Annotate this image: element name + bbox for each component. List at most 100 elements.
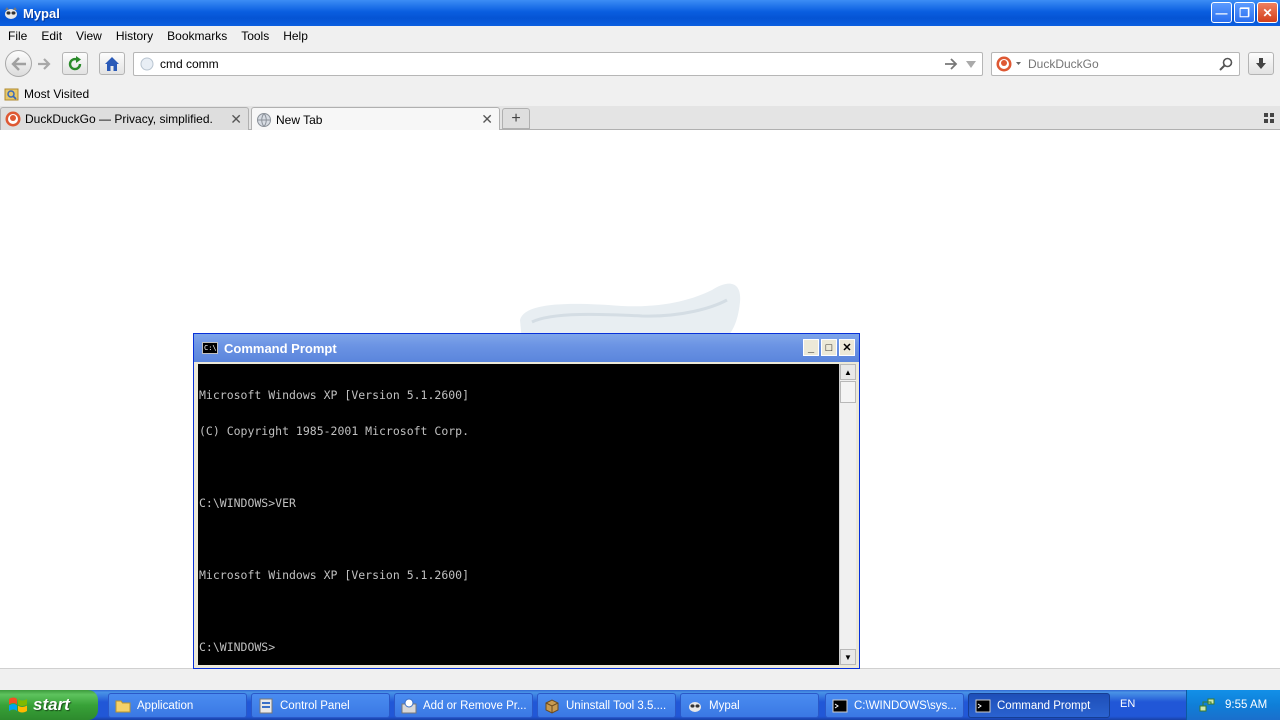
start-label: start xyxy=(33,695,70,714)
menu-history[interactable]: History xyxy=(109,29,160,43)
forward-button[interactable] xyxy=(34,55,54,73)
minimize-icon: _ xyxy=(807,341,815,354)
status-strip xyxy=(0,668,1280,690)
taskbar-item-add-remove-programs[interactable]: Add or Remove Pr... xyxy=(394,693,533,718)
home-button[interactable] xyxy=(99,52,125,75)
duckduckgo-engine-icon[interactable] xyxy=(996,56,1022,72)
scroll-down-button[interactable]: ▼ xyxy=(840,649,856,665)
taskbar-item-label: C:\WINDOWS\sys... xyxy=(854,699,957,712)
menu-view[interactable]: View xyxy=(69,29,109,43)
scroll-thumb[interactable] xyxy=(840,381,856,403)
home-icon xyxy=(105,56,119,71)
taskbar-item-label: Application xyxy=(137,699,194,712)
taskbar-item-application[interactable]: Application xyxy=(108,693,247,718)
add-remove-programs-icon xyxy=(401,698,417,713)
command-prompt-window[interactable]: C:\ Command Prompt _ □ ✕ Microsoft Windo… xyxy=(193,333,860,669)
plus-icon: + xyxy=(511,109,521,127)
cmd-close-button[interactable]: ✕ xyxy=(839,339,855,356)
arrow-down-icon: ▼ xyxy=(844,652,852,662)
control-panel-icon xyxy=(259,698,273,713)
tab-close-button[interactable]: ✕ xyxy=(230,111,242,128)
scroll-up-button[interactable]: ▲ xyxy=(840,364,856,380)
maximize-icon: □ xyxy=(825,341,833,354)
network-icon[interactable] xyxy=(1199,697,1215,713)
bookmarks-toolbar: Most Visited xyxy=(0,82,1280,106)
arrow-up-icon: ▲ xyxy=(844,367,852,377)
taskbar-item-windows-system-folder[interactable]: C:\WINDOWS\sys... xyxy=(825,693,964,718)
downloads-button[interactable] xyxy=(1248,52,1274,75)
new-tab-button[interactable]: + xyxy=(502,108,530,129)
close-button[interactable]: ✕ xyxy=(1257,2,1278,23)
go-arrow-icon xyxy=(945,58,958,70)
menu-help[interactable]: Help xyxy=(276,29,315,43)
taskbar-item-label: Mypal xyxy=(709,699,740,712)
mypal-icon xyxy=(689,701,701,712)
uninstall-tool-icon xyxy=(545,698,559,714)
clock[interactable]: 9:55 AM xyxy=(1225,699,1267,711)
address-input[interactable] xyxy=(160,57,940,71)
menu-tools[interactable]: Tools xyxy=(234,29,276,43)
taskbar-item-control-panel[interactable]: Control Panel xyxy=(251,693,390,718)
menu-bar: File Edit View History Bookmarks Tools H… xyxy=(0,26,1280,46)
window-title: Mypal xyxy=(23,5,60,21)
url-history-dropdown[interactable] xyxy=(964,57,978,74)
search-bar[interactable] xyxy=(991,52,1240,76)
tab-new-tab[interactable]: New Tab ✕ xyxy=(251,107,500,131)
folder-search-icon xyxy=(4,88,19,101)
cmd-icon: C:\ xyxy=(202,342,218,354)
tab-list-button[interactable] xyxy=(1264,112,1274,126)
taskbar-item-label: Control Panel xyxy=(280,699,350,712)
console-output[interactable]: Microsoft Windows XP [Version 5.1.2600] … xyxy=(198,364,839,665)
cmd-icon xyxy=(975,699,991,712)
taskbar-item-label: Uninstall Tool 3.5.... xyxy=(566,699,667,712)
reload-icon xyxy=(68,55,82,70)
back-button[interactable] xyxy=(5,50,32,77)
windows-flag-icon xyxy=(9,697,27,713)
menu-file[interactable]: File xyxy=(0,29,34,43)
address-bar[interactable] xyxy=(133,52,983,76)
mypal-title-bar[interactable]: Mypal — ❐ ✕ xyxy=(0,0,1280,26)
tab-strip: DuckDuckGo — Privacy, simplified. ✕ New … xyxy=(0,106,1280,131)
restore-button[interactable]: ❐ xyxy=(1234,2,1255,23)
console-line: Microsoft Windows XP [Version 5.1.2600] xyxy=(199,388,470,402)
menu-edit[interactable]: Edit xyxy=(34,29,69,43)
search-icon xyxy=(1219,57,1233,71)
console-line: C:\WINDOWS>VER xyxy=(199,496,296,510)
start-button[interactable]: start xyxy=(0,690,98,720)
chevron-down-icon xyxy=(966,61,976,68)
system-tray: 9:55 AM xyxy=(1186,690,1280,720)
search-input[interactable] xyxy=(1028,57,1218,71)
folder-icon xyxy=(115,700,131,712)
close-icon: ✕ xyxy=(842,342,852,354)
cmd-maximize-button[interactable]: □ xyxy=(821,339,837,356)
menu-bookmarks[interactable]: Bookmarks xyxy=(160,29,234,43)
console-scrollbar[interactable]: ▲ ▼ xyxy=(839,364,856,665)
taskbar-item-mypal[interactable]: Mypal xyxy=(680,693,819,718)
mypal-app-icon xyxy=(5,7,17,19)
search-button[interactable] xyxy=(1219,57,1233,74)
taskbar-item-command-prompt[interactable]: Command Prompt xyxy=(968,693,1110,718)
tab-close-button[interactable]: ✕ xyxy=(481,111,493,128)
download-icon xyxy=(1256,57,1266,69)
cmd-icon xyxy=(832,699,848,712)
go-button[interactable] xyxy=(944,57,958,74)
restore-icon: ❐ xyxy=(1239,5,1250,20)
page-globe-icon xyxy=(140,57,154,71)
cmd-minimize-button[interactable]: _ xyxy=(803,339,819,356)
tab-label: DuckDuckGo — Privacy, simplified. xyxy=(25,112,213,126)
cmd-window-title: Command Prompt xyxy=(224,340,337,356)
grid-icon xyxy=(1264,113,1274,123)
taskbar-item-uninstall-tool[interactable]: Uninstall Tool 3.5.... xyxy=(537,693,676,718)
duckduckgo-favicon xyxy=(5,111,21,127)
minimize-button[interactable]: — xyxy=(1211,2,1232,23)
language-indicator[interactable]: EN xyxy=(1120,698,1135,710)
command-prompt-title-bar[interactable]: C:\ Command Prompt _ □ ✕ xyxy=(194,334,859,362)
tab-duckduckgo[interactable]: DuckDuckGo — Privacy, simplified. ✕ xyxy=(0,107,249,130)
console-line: (C) Copyright 1985-2001 Microsoft Corp. xyxy=(199,424,470,438)
reload-button[interactable] xyxy=(62,52,88,75)
minimize-icon: — xyxy=(1215,5,1228,20)
navigation-toolbar xyxy=(0,46,1280,82)
most-visited-bookmark[interactable]: Most Visited xyxy=(4,86,89,102)
